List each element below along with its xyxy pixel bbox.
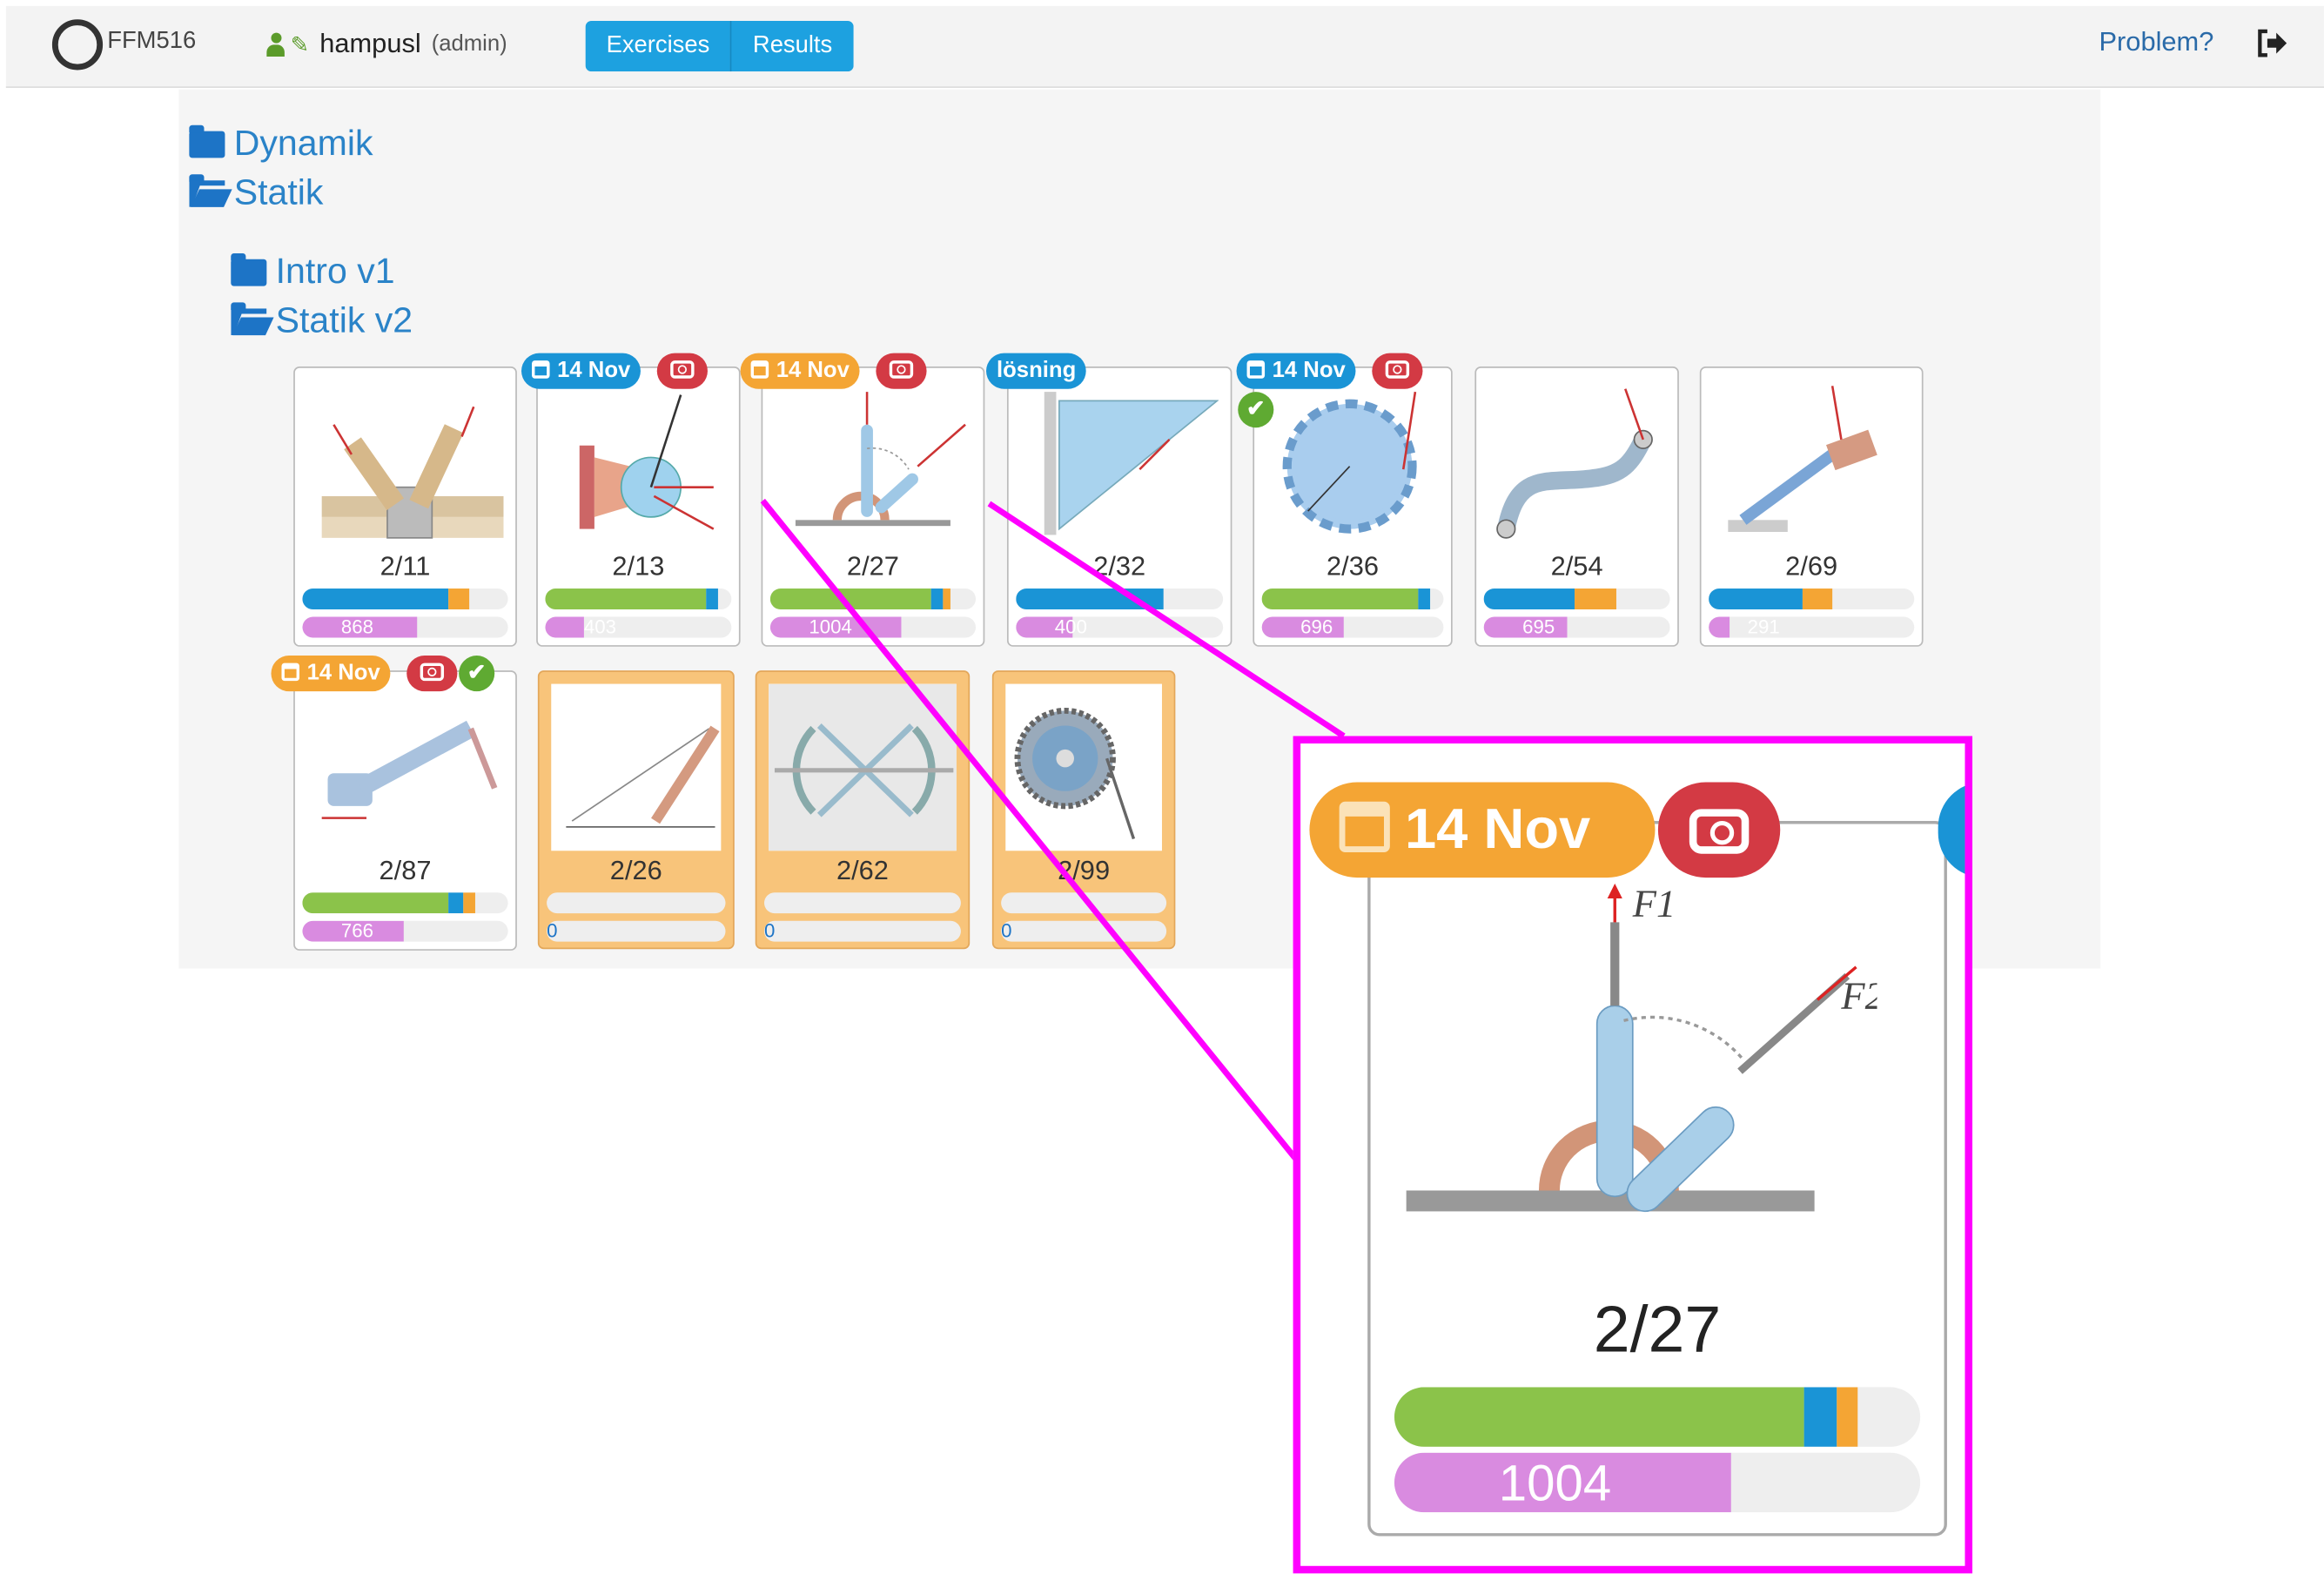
camera-badge[interactable]	[656, 353, 708, 389]
camera-icon	[670, 360, 695, 379]
progress-green	[1394, 1387, 1805, 1447]
calendar-icon	[281, 662, 300, 682]
force-label-f1: F1	[1632, 884, 1676, 925]
zoomed-exercise-label: 2/27	[1593, 1293, 1722, 1367]
zoomed-exercise-card[interactable]: F1 F2 2/27 1004	[1367, 821, 1947, 1537]
check-badge: ✔	[1238, 392, 1274, 428]
views-count: 1004	[1498, 1456, 1612, 1513]
camera-badge[interactable]	[1372, 353, 1423, 389]
date-badge: 14 Nov	[740, 353, 860, 389]
calendar-icon	[750, 360, 769, 379]
force-label-f2: F2	[1840, 974, 1877, 1018]
zoomed-camera-badge[interactable]	[1657, 782, 1781, 878]
zoomed-diagram: F1 F2	[1406, 883, 1877, 1213]
calendar-icon	[1339, 801, 1390, 852]
calendar-icon	[532, 360, 550, 379]
date-text: 14 Nov	[1404, 798, 1591, 862]
app-root: FFM516 ✎ hampusl (admin) Exercises Resul…	[0, 0, 2324, 1594]
date-text: 14 Nov	[557, 357, 631, 383]
solution-text: lösning	[996, 357, 1077, 383]
camera-badge[interactable]	[876, 353, 927, 389]
progress-blue	[1804, 1387, 1837, 1447]
check-icon: ✔	[467, 660, 487, 686]
zoom-inset: F1 F2 2/27 1004 14 Nov	[1293, 736, 1973, 1574]
calendar-icon	[1246, 360, 1266, 379]
views-fill: 1004	[1394, 1452, 1731, 1513]
date-text: 14 Nov	[306, 660, 380, 686]
zoomed-progress-bar	[1394, 1387, 1921, 1447]
date-badge: 14 Nov	[271, 656, 391, 692]
check-icon: ✔	[1246, 396, 1266, 422]
solution-badge[interactable]: lösning	[986, 353, 1087, 389]
check-badge: ✔	[459, 656, 495, 692]
camera-icon	[420, 662, 445, 682]
zoom-callout-lines	[760, 498, 1346, 1161]
progress-orange	[1836, 1387, 1857, 1447]
camera-icon	[889, 360, 914, 379]
camera-icon	[1689, 809, 1750, 854]
zoomed-date-badge: 14 Nov	[1309, 782, 1656, 878]
camera-icon	[1385, 360, 1410, 379]
date-text: 14 Nov	[776, 357, 850, 383]
date-badge: 14 Nov	[1236, 353, 1356, 389]
zoomed-views-bar: 1004	[1394, 1452, 1921, 1513]
date-text: 14 Nov	[1272, 357, 1346, 383]
camera-badge[interactable]	[406, 656, 458, 692]
date-badge: 14 Nov	[521, 353, 641, 389]
